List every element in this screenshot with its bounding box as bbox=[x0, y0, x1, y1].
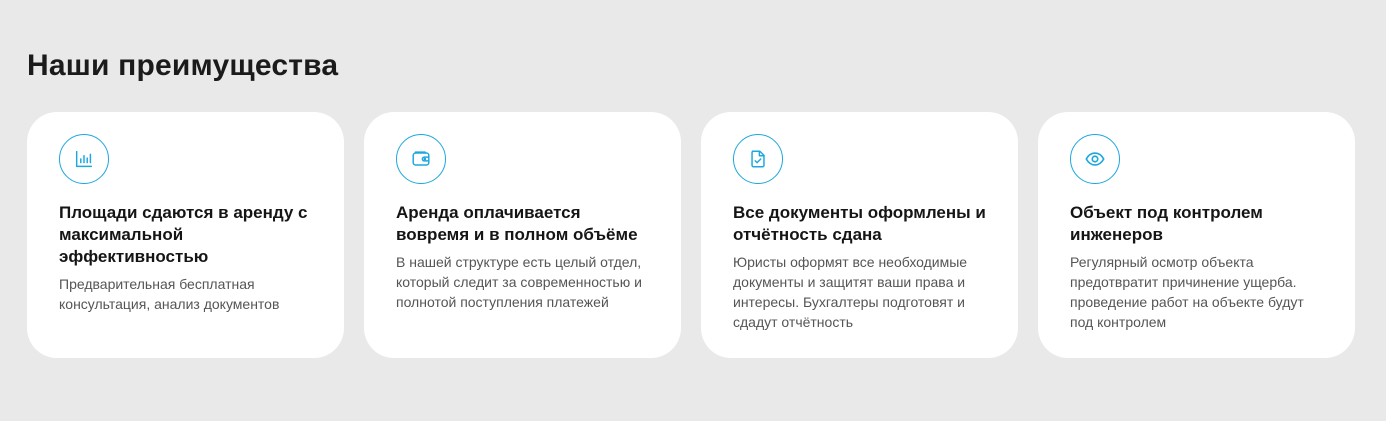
advantage-card-text: Предварительная бесплатная консультация,… bbox=[59, 276, 280, 312]
wallet-icon bbox=[396, 134, 446, 184]
advantage-card-title: Аренда оплачивается вовремя и в полном о… bbox=[396, 203, 638, 244]
advantage-card-text: Регулярный осмотр объекта предотвратит п… bbox=[1070, 254, 1304, 330]
advantage-card-payments: Аренда оплачивается вовремя и в полном о… bbox=[364, 112, 681, 358]
advantage-card-text: В нашей структуре есть целый отдел, кото… bbox=[396, 254, 642, 310]
advantage-card-title: Все документы оформлены и отчётность сда… bbox=[733, 203, 986, 244]
advantage-card-efficiency: Площади сдаются в аренду с максимальной … bbox=[27, 112, 344, 358]
section-title: Наши преимущества bbox=[27, 49, 339, 82]
advantages-cards: Площади сдаются в аренду с максимальной … bbox=[27, 112, 1355, 358]
advantages-section: Наши преимущества Площади сдаются в арен… bbox=[0, 0, 1386, 421]
advantage-card-title: Площади сдаются в аренду с максимальной … bbox=[59, 203, 308, 266]
advantage-card-title: Объект под контролем инженеров bbox=[1070, 203, 1263, 244]
advantage-card-engineers: Объект под контролем инженеров Регулярны… bbox=[1038, 112, 1355, 358]
eye-icon bbox=[1070, 134, 1120, 184]
document-check-icon bbox=[733, 134, 783, 184]
bar-chart-icon bbox=[59, 134, 109, 184]
advantage-card-text: Юристы оформят все необходимые документы… bbox=[733, 254, 968, 330]
advantage-card-documents: Все документы оформлены и отчётность сда… bbox=[701, 112, 1018, 358]
